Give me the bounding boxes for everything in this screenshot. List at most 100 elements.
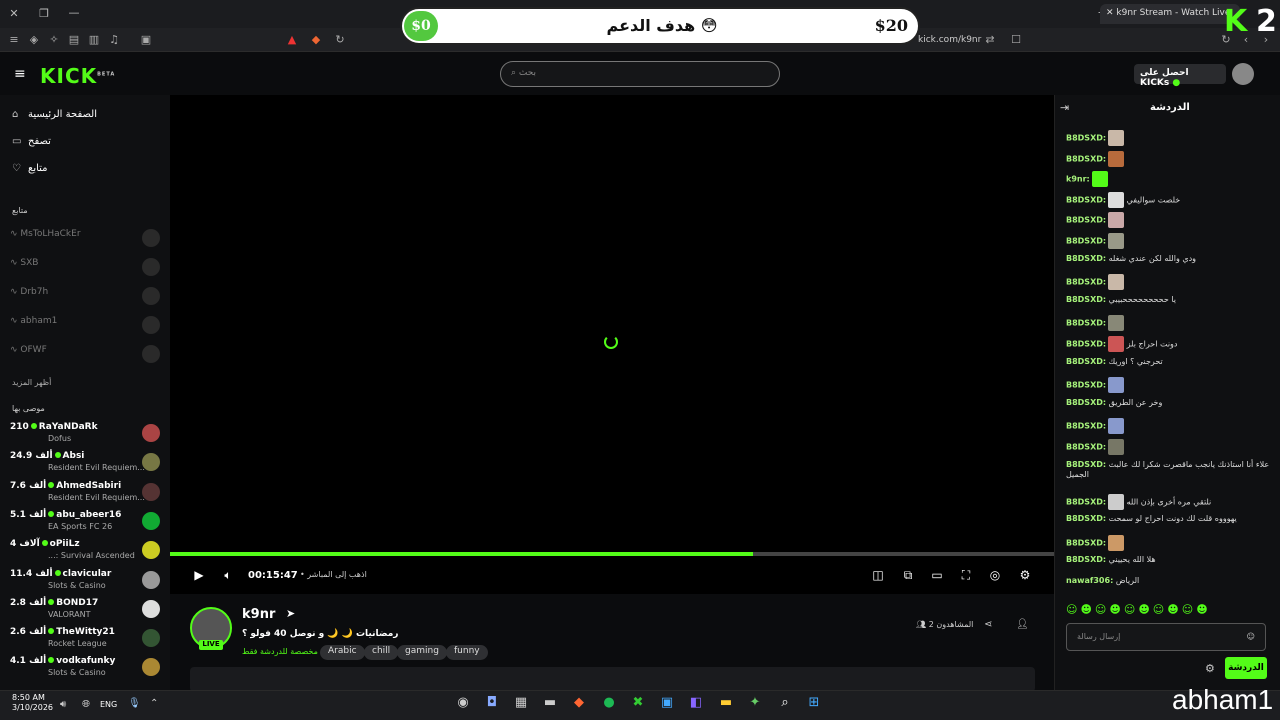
- chat-settings-icon[interactable]: ⚙: [1205, 662, 1215, 675]
- brave-shield-icon[interactable]: ◆: [308, 33, 324, 46]
- chat-input[interactable]: إرسال رسالة ☺: [1066, 623, 1266, 651]
- chat-username[interactable]: B8DSXD:: [1066, 216, 1106, 225]
- brave-rewards-icon[interactable]: ▲: [284, 33, 300, 46]
- extensions-icon[interactable]: ✧: [46, 33, 62, 46]
- nav-home[interactable]: ⌂ الصفحة الرئيسية: [12, 109, 162, 129]
- chat-username[interactable]: B8DSXD:: [1066, 295, 1106, 304]
- chat-username[interactable]: B8DSXD:: [1066, 398, 1106, 407]
- recommended-channel[interactable]: 210 RaYaNDaRk Dofus: [10, 422, 160, 450]
- emoji-icon[interactable]: ☺: [1247, 632, 1255, 641]
- wallet-icon[interactable]: ▣: [138, 33, 154, 46]
- browser-tab[interactable]: ✕ k9nr Stream - Watch Live: [1100, 4, 1240, 24]
- user-avatar[interactable]: [1232, 63, 1254, 85]
- chat-username[interactable]: k9nr:: [1066, 175, 1090, 184]
- store-icon[interactable]: ▣: [657, 695, 677, 715]
- chat-username[interactable]: B8DSXD:: [1066, 340, 1106, 349]
- pip-icon[interactable]: ◫: [868, 568, 888, 582]
- discord-icon[interactable]: ◘: [482, 695, 502, 715]
- teams-icon[interactable]: ◧: [686, 695, 706, 715]
- chat-username[interactable]: B8DSXD:: [1066, 443, 1106, 452]
- recommended-channel[interactable]: 4 آلاف oPiiLz...: Survival Ascended: [10, 539, 160, 567]
- speaker-icon[interactable]: 🔊︎: [60, 699, 66, 710]
- settings-gear-icon[interactable]: ⚙: [1015, 568, 1035, 582]
- share-page-icon[interactable]: ⇄: [982, 33, 998, 46]
- chat-username[interactable]: B8DSXD:: [1066, 555, 1106, 564]
- chat-username[interactable]: B8DSXD:: [1066, 538, 1106, 547]
- menu-icon[interactable]: ≡: [6, 33, 22, 46]
- tag-gaming[interactable]: gaming: [397, 645, 447, 660]
- recommended-channel[interactable]: 2.8 ألف BOND17 VALORANT: [10, 598, 160, 626]
- sidebar-icon[interactable]: ▥: [86, 33, 102, 46]
- emote-bar[interactable]: ☺☻☺☻☺☻☺☻☺☻: [1066, 603, 1276, 619]
- close-window-icon[interactable]: ✕: [4, 7, 24, 20]
- video-player[interactable]: [170, 95, 1054, 555]
- tag-funny[interactable]: funny: [446, 645, 488, 660]
- chat-username[interactable]: B8DSXD:: [1066, 134, 1106, 143]
- streamer-name[interactable]: k9nr: [242, 607, 275, 622]
- following-item[interactable]: ∿ abham1: [10, 316, 160, 338]
- chat-username[interactable]: B8DSXD:: [1066, 357, 1106, 366]
- chat-username[interactable]: B8DSXD:: [1066, 195, 1106, 204]
- clip-icon[interactable]: ⧉: [898, 568, 918, 583]
- network-icon[interactable]: 🌐︎: [82, 699, 90, 710]
- address-bar[interactable]: kick.com/k9nr: [918, 35, 981, 45]
- reload-icon[interactable]: ↻: [332, 33, 348, 46]
- following-item[interactable]: ∿ OFWF: [10, 345, 160, 367]
- restore-window-icon[interactable]: ❐: [34, 7, 54, 20]
- recommended-channel[interactable]: 7.6 ألف AhmedSabiri Resident Evil Requiem.…: [10, 481, 160, 509]
- recommended-channel[interactable]: 24.9 ألف Absi Resident Evil Requiem...: [10, 451, 160, 479]
- widgets-icon[interactable]: ✦: [745, 695, 765, 715]
- xbox-icon[interactable]: ✖: [628, 695, 648, 715]
- nav-browse[interactable]: ▭ تصفح: [12, 136, 162, 156]
- get-kicks-button[interactable]: احصل على KICKs ●: [1134, 64, 1226, 88]
- play-icon[interactable]: ▶: [189, 568, 209, 582]
- chat-username[interactable]: B8DSXD:: [1066, 460, 1106, 469]
- recommended-channel[interactable]: 5.1 ألف abu_abeer16 EA Sports FC 26: [10, 510, 160, 538]
- nav-following[interactable]: ♡ متابع: [12, 163, 162, 183]
- speed-icon[interactable]: ◎: [985, 568, 1005, 582]
- chat-username[interactable]: B8DSXD:: [1066, 497, 1106, 506]
- chat-username[interactable]: B8DSXD:: [1066, 154, 1106, 163]
- language-indicator[interactable]: ENG: [100, 700, 117, 709]
- tag-chill[interactable]: chill: [364, 645, 399, 660]
- recommended-channel[interactable]: 11.4 ألف clavicular Slots & Casino: [10, 569, 160, 597]
- tray-chevron-icon[interactable]: ⌃: [150, 698, 158, 709]
- minimize-window-icon[interactable]: —: [64, 6, 84, 19]
- fullscreen-icon[interactable]: ⛶: [956, 568, 976, 583]
- tag-arabic[interactable]: Arabic: [320, 645, 365, 660]
- go-live-button[interactable]: • اذهب إلى المباشر: [300, 570, 367, 579]
- following-item[interactable]: ∿ MsToLHaCkEr: [10, 229, 160, 251]
- folder-icon[interactable]: ▬: [716, 695, 736, 715]
- show-more-link[interactable]: أظهر المزيد: [12, 378, 51, 387]
- chat-send-button[interactable]: الدردشة: [1225, 657, 1267, 679]
- shield-icon[interactable]: ◈: [26, 33, 42, 46]
- terminal-icon[interactable]: ▬: [540, 695, 560, 715]
- follow-user-icon[interactable]: 👤︎: [1016, 619, 1029, 630]
- tab-close-icon[interactable]: ✕: [1106, 8, 1116, 18]
- kick-logo[interactable]: KICKBETA: [40, 64, 115, 88]
- spotify-icon[interactable]: ●: [599, 695, 619, 715]
- bookmark-icon[interactable]: ☐: [1008, 33, 1024, 46]
- chat-username[interactable]: B8DSXD:: [1066, 514, 1106, 523]
- tabs-icon[interactable]: ▤: [66, 33, 82, 46]
- chat-username[interactable]: B8DSXD:: [1066, 278, 1106, 287]
- music-icon[interactable]: ♫: [106, 33, 122, 46]
- following-item[interactable]: ∿ SXB: [10, 258, 160, 280]
- windows-start-icon[interactable]: ⊞: [804, 695, 824, 715]
- app-icon[interactable]: ▦: [511, 695, 531, 715]
- chat-username[interactable]: nawaf306:: [1066, 576, 1113, 585]
- recommended-channel[interactable]: 2.6 ألف TheWitty21 Rocket League: [10, 627, 160, 655]
- taskbar-search-icon[interactable]: ⌕: [775, 695, 795, 715]
- volume-icon[interactable]: 🔈︎: [218, 568, 238, 583]
- obs-icon[interactable]: ◉: [453, 695, 473, 715]
- chat-username[interactable]: B8DSXD:: [1066, 254, 1106, 263]
- chat-username[interactable]: B8DSXD:: [1066, 319, 1106, 328]
- chat-username[interactable]: B8DSXD:: [1066, 381, 1106, 390]
- chat-username[interactable]: B8DSXD:: [1066, 422, 1106, 431]
- share-icon[interactable]: ⋖: [984, 619, 992, 630]
- collapse-chat-icon[interactable]: ⇥: [1060, 101, 1069, 114]
- theater-icon[interactable]: ▭: [927, 568, 947, 582]
- recommended-channel[interactable]: 4.1 ألف vodkafunky Slots & Casino: [10, 656, 160, 684]
- mic-icon[interactable]: 🎙︎: [128, 698, 141, 709]
- brave-icon[interactable]: ◆: [569, 695, 589, 715]
